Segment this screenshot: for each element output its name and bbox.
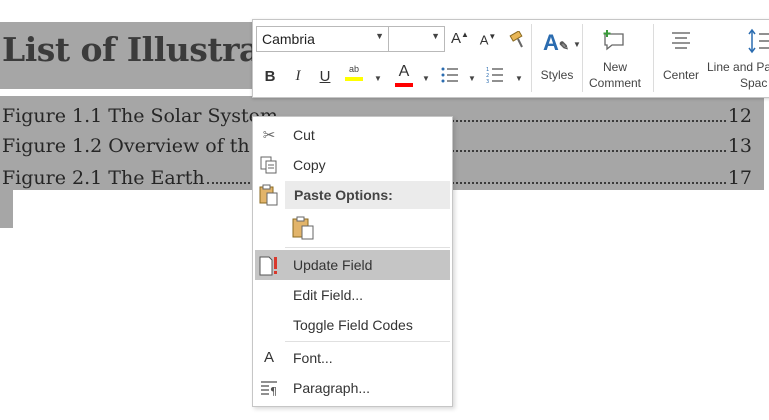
- paste-options-label: Paste Options:: [294, 187, 393, 203]
- update-field-icon: [258, 256, 280, 276]
- menu-item-label: Paragraph...: [293, 380, 371, 396]
- center-button[interactable]: Center: [658, 26, 704, 92]
- chevron-down-icon[interactable]: ▼: [422, 74, 430, 83]
- shrink-font-icon[interactable]: A▼: [479, 32, 497, 47]
- toc-entry-page: 17: [727, 167, 752, 189]
- chevron-down-icon[interactable]: ▼: [468, 74, 476, 83]
- styles-label: Styles: [540, 68, 574, 82]
- menu-item-label: Toggle Field Codes: [293, 317, 413, 333]
- underline-button[interactable]: U: [317, 68, 333, 85]
- font-icon: A: [263, 349, 274, 366]
- toc-entry-page: 12: [727, 105, 752, 127]
- menu-item-label: Copy: [293, 157, 326, 173]
- line-spacing-icon: [747, 28, 769, 54]
- menu-item-paragraph[interactable]: ¶ Paragraph...: [253, 373, 452, 403]
- svg-text:¶: ¶: [270, 385, 277, 397]
- styles-button[interactable]: A✎ ▼ Styles: [537, 26, 581, 92]
- menu-item-font[interactable]: A Font...: [253, 343, 452, 373]
- bullets-icon[interactable]: [441, 66, 459, 84]
- chevron-down-icon: ▼: [431, 31, 440, 41]
- menu-divider: [285, 247, 450, 248]
- selection-highlight: [0, 190, 13, 228]
- toc-entry-label: Figure 2.1 The Earth: [2, 167, 205, 189]
- toolbar-divider: [582, 24, 583, 92]
- toolbar-divider: [653, 24, 654, 92]
- menu-item-label: Edit Field...: [293, 287, 364, 303]
- chevron-down-icon[interactable]: ▼: [515, 74, 523, 83]
- highlight-color-icon[interactable]: ab: [343, 64, 365, 88]
- menu-item-label: Font...: [293, 350, 333, 366]
- paste-icon: [259, 184, 279, 206]
- grow-font-icon[interactable]: A▲: [451, 30, 469, 47]
- line-spacing-button[interactable]: Line and Pa Spac: [707, 26, 769, 92]
- chevron-down-icon: ▼: [573, 40, 581, 49]
- copy-icon: [258, 156, 280, 176]
- menu-item-toggle-field-codes[interactable]: Toggle Field Codes: [253, 310, 452, 340]
- new-comment-label-2: Comment: [588, 76, 641, 90]
- chevron-down-icon: ▼: [375, 31, 384, 41]
- svg-text:3: 3: [486, 79, 489, 84]
- toc-entry-page: 13: [727, 135, 752, 157]
- menu-divider: [285, 341, 450, 342]
- line-spacing-label-2: Spac: [740, 76, 768, 90]
- center-label: Center: [662, 68, 700, 82]
- menu-item-update-field[interactable]: Update Field: [255, 250, 450, 280]
- menu-item-edit-field[interactable]: Edit Field...: [253, 280, 452, 310]
- align-center-icon: [670, 30, 692, 52]
- paragraph-icon: ¶: [258, 379, 280, 399]
- new-comment-button[interactable]: New Comment: [587, 26, 643, 92]
- font-name-combo[interactable]: Cambria ▼: [256, 26, 389, 52]
- doc-heading: List of Illustra: [2, 30, 260, 69]
- toc-entry-label: Figure 1.1 The Solar System: [2, 105, 278, 127]
- line-spacing-label-1: Line and Pa: [707, 60, 769, 74]
- mini-toolbar: Cambria ▼ ▼ A▲ A▼ B I U ab ▼ A ▼ ▼ 1 2 3…: [252, 19, 769, 98]
- toc-entry-label: Figure 1.2 Overview of th: [2, 135, 250, 157]
- font-name-value: Cambria: [262, 31, 315, 47]
- menu-item-copy[interactable]: Copy: [253, 150, 452, 180]
- scissors-icon: ✂: [262, 127, 276, 144]
- menu-item-label: Cut: [293, 127, 315, 143]
- new-comment-label-1: New: [602, 60, 627, 74]
- numbering-icon[interactable]: 1 2 3: [486, 66, 504, 85]
- new-comment-icon: [601, 30, 627, 52]
- format-painter-icon[interactable]: [509, 30, 527, 49]
- menu-item-label: Update Field: [293, 257, 373, 273]
- paste-keep-text-only-button[interactable]: [291, 215, 317, 241]
- menu-item-cut[interactable]: ✂ Cut: [253, 120, 452, 150]
- context-menu: ✂ Cut Copy Paste Options: Update Field E…: [252, 116, 453, 407]
- font-color-icon[interactable]: A: [394, 64, 414, 88]
- toolbar-divider: [531, 24, 532, 92]
- chevron-down-icon[interactable]: ▼: [374, 74, 382, 83]
- italic-button[interactable]: I: [290, 68, 306, 85]
- styles-icon: A✎: [543, 30, 569, 55]
- font-size-combo[interactable]: ▼: [388, 26, 445, 52]
- paste-options-header: Paste Options:: [285, 181, 450, 209]
- bold-button[interactable]: B: [262, 68, 278, 85]
